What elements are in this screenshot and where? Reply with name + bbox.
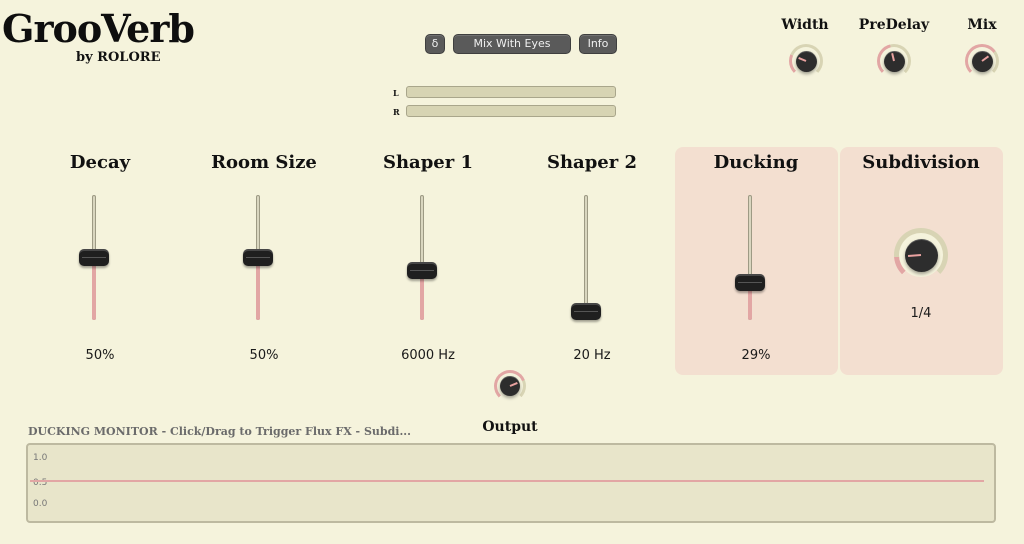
output-knob[interactable] [494,370,526,402]
subdivision-value: 1/4 [910,306,932,321]
slider-handle[interactable] [571,303,601,320]
knob-pointer [891,52,895,62]
mix-label: Mix [967,17,997,33]
shaper2-slider[interactable] [571,195,601,320]
delta-button[interactable]: δ [425,34,445,54]
slider-handle[interactable] [735,273,765,291]
shaper1-label: Shaper 1 [382,152,474,173]
room-size-label: Room Size [211,152,317,173]
decay-label: Decay [69,152,131,173]
preset-name-button[interactable]: Mix With Eyes [453,34,571,54]
subdivision-knob[interactable] [894,228,948,282]
ducking-monitor[interactable]: 1.0 0.5 0.0 [26,443,996,523]
app-subtitle: by ROLORE [76,50,161,65]
monitor-tick-top: 1.0 [33,453,48,463]
meter-right-label: R [393,107,400,117]
monitor-tick-bottom: 0.0 [33,499,48,509]
knob-body[interactable] [904,238,938,272]
app-title: GrooVerb [2,6,195,51]
info-button[interactable]: Info [579,34,617,54]
shaper1-value: 6000 Hz [401,348,455,363]
predelay-knob[interactable] [877,44,911,78]
knob-pointer [907,254,922,258]
knob-body[interactable] [795,50,817,72]
ducking-label: Ducking [713,152,799,173]
ducking-curve-line [30,480,984,482]
width-knob[interactable] [789,44,823,78]
ducking-panel [675,147,838,375]
slider-handle[interactable] [243,249,273,266]
knob-body[interactable] [971,50,993,72]
decay-slider[interactable] [79,195,109,320]
meter-left-label: L [393,88,399,98]
output-label: Output [482,419,538,435]
slider-handle[interactable] [79,249,109,266]
ducking-monitor-title: DUCKING MONITOR - Click/Drag to Trigger … [28,425,411,438]
ducking-value: 29% [741,348,771,363]
decay-value: 50% [85,348,115,363]
shaper1-slider[interactable] [407,195,437,320]
slider-fill [92,257,96,320]
meter-left [406,86,616,98]
knob-body[interactable] [500,376,520,396]
mix-knob[interactable] [965,44,999,78]
width-label: Width [781,17,829,33]
predelay-label: PreDelay [858,17,930,33]
ducking-slider[interactable] [735,195,765,320]
subdivision-label: Subdivision [862,152,980,173]
shaper2-label: Shaper 2 [546,152,638,173]
room-size-value: 50% [249,348,279,363]
slider-fill [256,257,260,320]
knob-pointer [509,382,518,387]
knob-pointer [798,57,807,62]
knob-body[interactable] [883,50,905,72]
shaper2-value: 20 Hz [573,348,611,363]
slider-track[interactable] [584,195,588,320]
knob-pointer [981,55,990,62]
meter-right [406,105,616,117]
room-size-slider[interactable] [243,195,273,320]
slider-handle[interactable] [407,261,437,279]
